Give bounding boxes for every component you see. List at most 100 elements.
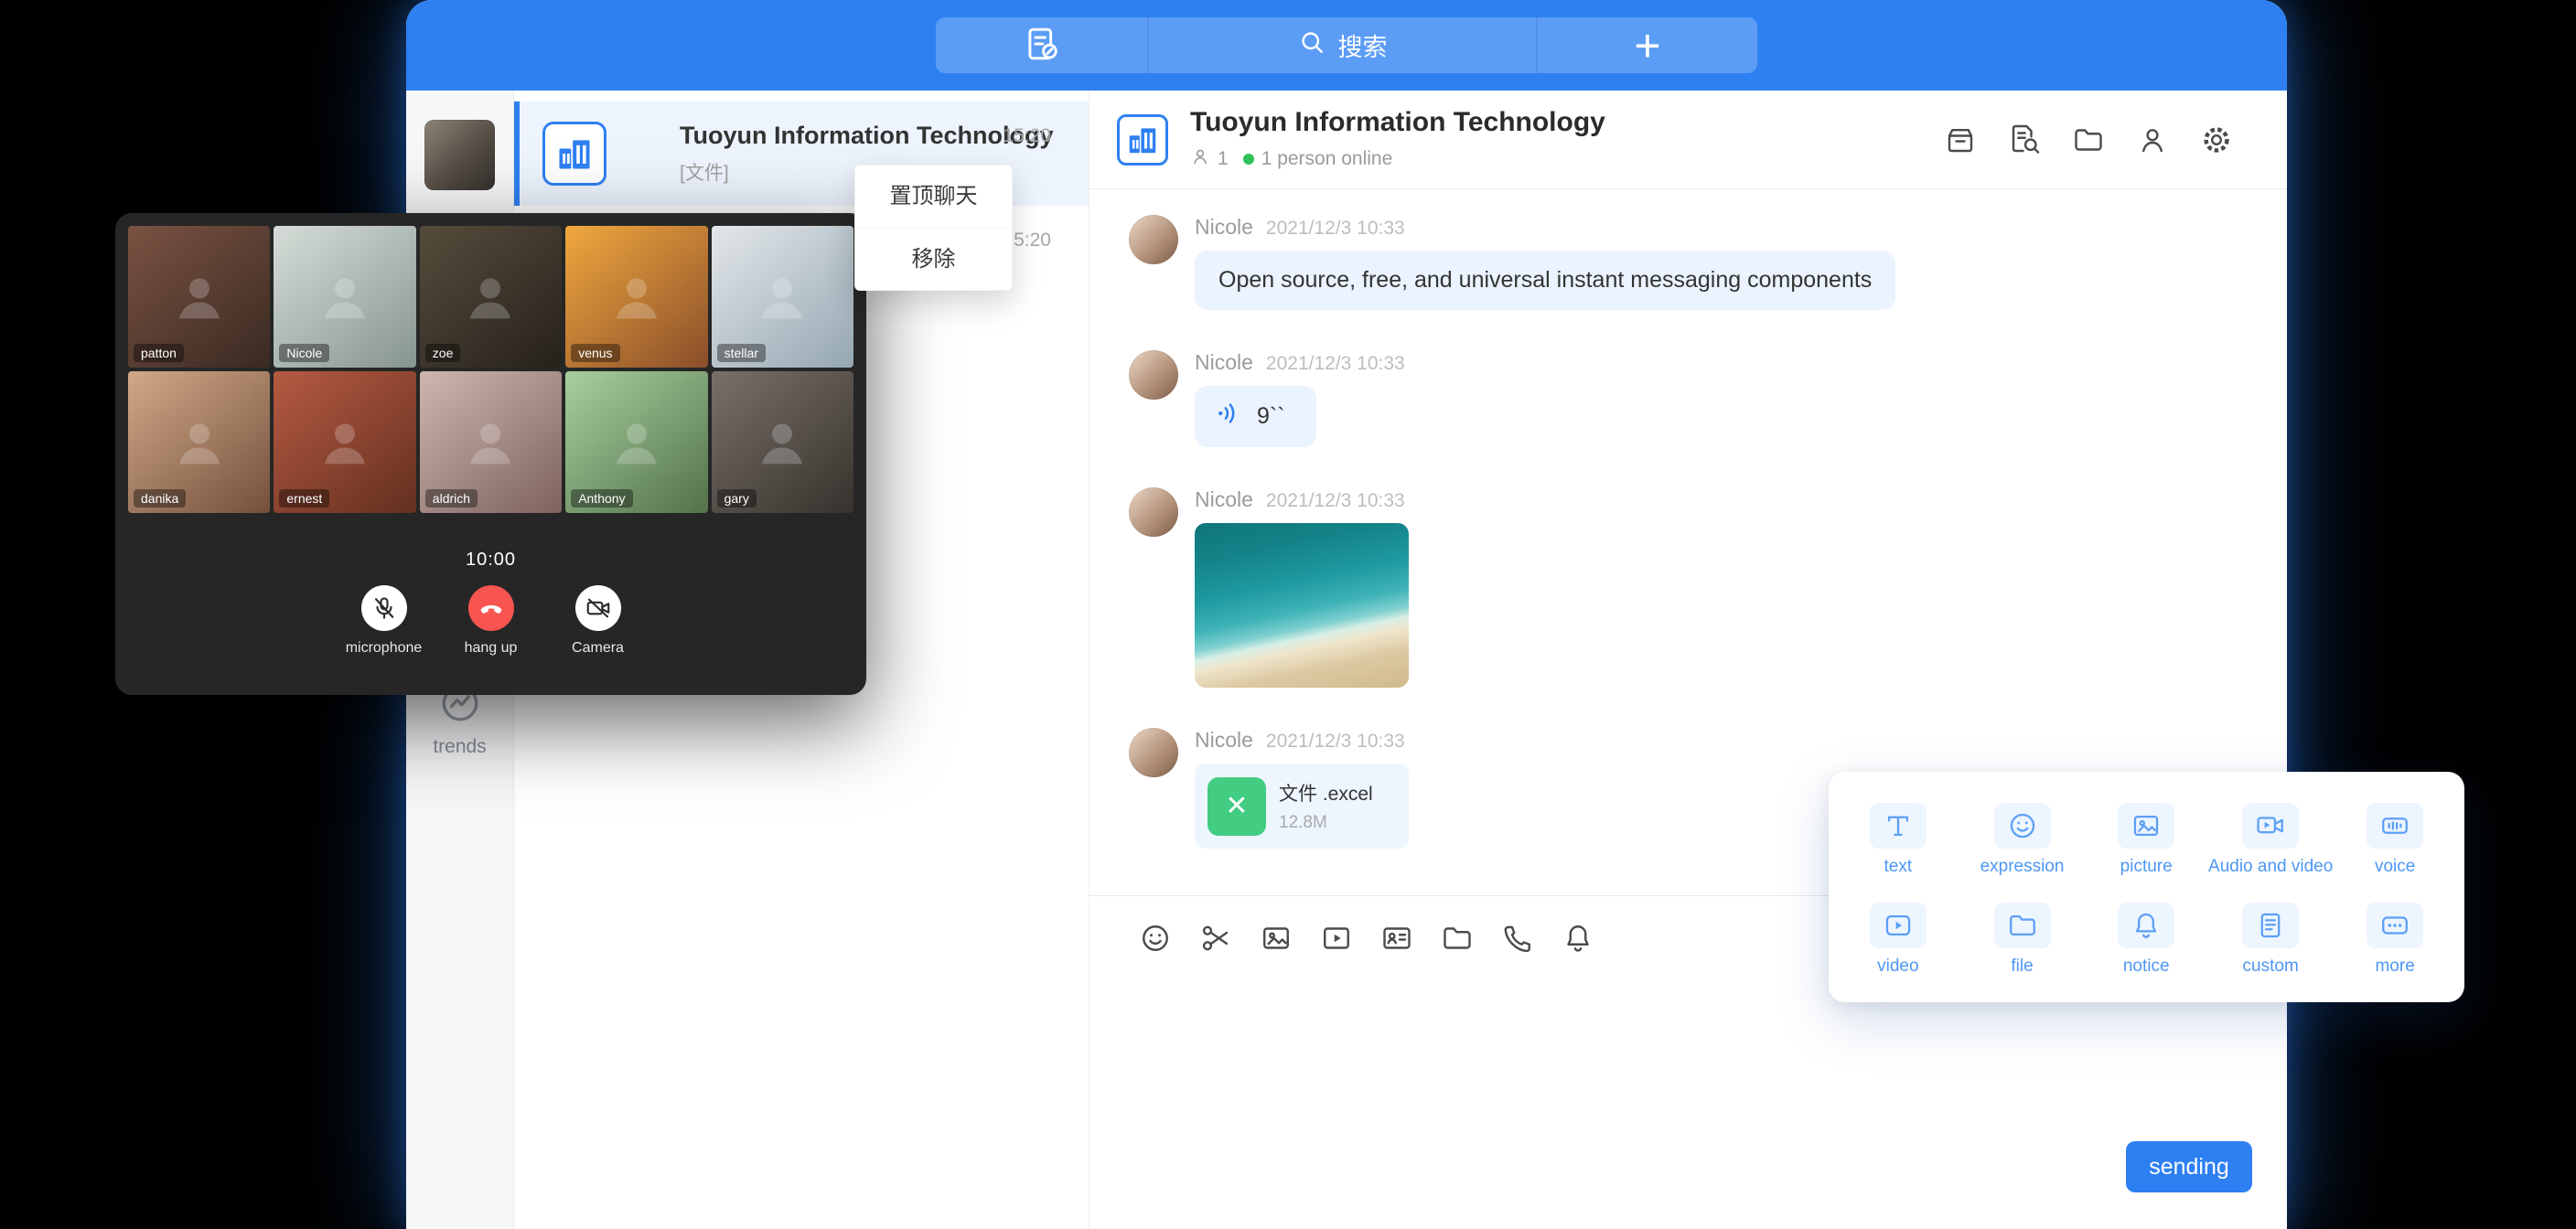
emoji-icon <box>1139 922 1172 955</box>
participant-name: patton <box>134 344 184 362</box>
text-bubble: Open source, free, and universal instant… <box>1195 251 1895 310</box>
message-meta: Nicole 2021/12/3 10:33 <box>1195 728 1409 753</box>
chat-history-search-button[interactable] <box>2007 123 2042 157</box>
feature-expression[interactable]: expression <box>1960 790 2085 890</box>
hang-up-icon <box>478 594 505 622</box>
text-icon <box>1870 803 1927 849</box>
message-body: Nicole 2021/12/3 10:33 ✕ 文件 .excel 12.8M <box>1195 728 1409 849</box>
participant-name: Anthony <box>571 489 632 508</box>
search-icon <box>1298 28 1326 62</box>
expression-icon <box>1994 803 2051 849</box>
message-time: 2021/12/3 10:33 <box>1266 353 1405 375</box>
camera-control: Camera <box>548 585 649 657</box>
avatar[interactable] <box>1129 350 1178 400</box>
member-icon <box>2136 123 2169 156</box>
participant-tile: Anthony <box>565 371 707 513</box>
message-text: Nicole 2021/12/3 10:33 Open source, free… <box>1129 215 2287 310</box>
feature-picture[interactable]: picture <box>2084 790 2208 890</box>
chat-header-texts: Tuoyun Information Technology 1 1 person… <box>1190 107 1943 172</box>
participant-tile: patton <box>128 226 270 368</box>
chat-panel: Tuoyun Information Technology 1 1 person… <box>1089 91 2287 1229</box>
camera-toggle-button[interactable] <box>575 585 621 631</box>
custom-doc-icon <box>2242 903 2299 948</box>
camera-muted-icon <box>585 594 612 622</box>
feature-audio-video[interactable]: Audio and video <box>2208 790 2333 890</box>
message-author: Nicole <box>1195 487 1253 512</box>
excel-file-icon: ✕ <box>1208 777 1266 836</box>
feature-text[interactable]: text <box>1836 790 1960 890</box>
notes-button[interactable] <box>936 17 1149 73</box>
message-meta: Nicole 2021/12/3 10:33 <box>1195 487 1409 512</box>
topbar: 搜索 + <box>406 0 2287 91</box>
message-voice: Nicole 2021/12/3 10:33 <box>1129 350 2287 447</box>
chat-title: Tuoyun Information Technology <box>1190 107 1943 138</box>
conversation-context-menu: 置顶聊天 移除 <box>854 165 1013 291</box>
trends-label: trends <box>406 736 513 758</box>
feature-custom[interactable]: custom <box>2208 890 2333 989</box>
feature-voice[interactable]: voice <box>2333 790 2457 890</box>
chat-header-tools <box>1943 123 2234 157</box>
note-edit-icon <box>1023 25 1061 66</box>
voice-icon <box>2367 803 2423 849</box>
avatar[interactable] <box>1129 728 1178 777</box>
group-call-overlay: patton Nicole zoe venus stellar danika <box>115 213 866 695</box>
image-button[interactable] <box>1260 922 1293 955</box>
video-icon <box>1870 903 1927 948</box>
phone-icon <box>1501 922 1534 955</box>
online-text: 1 person online <box>1261 148 1393 170</box>
avatar[interactable] <box>1129 487 1178 537</box>
contact-card-button[interactable] <box>1380 922 1413 955</box>
announcement-button[interactable] <box>1943 123 1978 157</box>
message-body: Nicole 2021/12/3 10:33 <box>1195 487 1409 688</box>
avatar[interactable] <box>1129 215 1178 264</box>
feature-more[interactable]: more <box>2333 890 2457 989</box>
id-card-icon <box>1380 922 1413 955</box>
audio-video-icon <box>2242 803 2299 849</box>
search-bar[interactable]: 搜索 <box>1149 17 1536 73</box>
participant-name: stellar <box>717 344 766 362</box>
call-button[interactable] <box>1501 922 1534 955</box>
message-author: Nicole <box>1195 728 1253 753</box>
participant-tile: aldrich <box>420 371 562 513</box>
file-button[interactable] <box>1441 922 1474 955</box>
feature-notice[interactable]: notice <box>2084 890 2208 989</box>
emoji-button[interactable] <box>1139 922 1172 955</box>
settings-button[interactable] <box>2199 123 2234 157</box>
more-dots-icon <box>2367 903 2423 948</box>
send-button[interactable]: sending <box>2126 1141 2252 1192</box>
microphone-mute-button[interactable] <box>361 585 407 631</box>
bell-icon <box>1562 922 1594 955</box>
feature-file[interactable]: file <box>1960 890 2085 989</box>
folder-icon <box>2072 123 2105 156</box>
add-button[interactable]: + <box>1536 17 1757 73</box>
message-time: 2021/12/3 10:33 <box>1266 218 1405 240</box>
menu-item-remove[interactable]: 移除 <box>855 228 1012 290</box>
user-avatar[interactable] <box>424 120 495 190</box>
page-background: 搜索 + trends <box>0 0 2576 1229</box>
message-body: Nicole 2021/12/3 10:33 Open source, free… <box>1195 215 1895 310</box>
beach-photo-thumbnail[interactable] <box>1195 523 1409 688</box>
group-members-button[interactable] <box>2135 123 2170 157</box>
folder-icon <box>1441 922 1474 955</box>
chat-header: Tuoyun Information Technology 1 1 person… <box>1089 91 2287 189</box>
topbar-pill: 搜索 + <box>936 17 1757 73</box>
message-meta: Nicole 2021/12/3 10:33 <box>1195 215 1895 240</box>
scissors-icon <box>1199 922 1232 955</box>
feature-video[interactable]: video <box>1836 890 1960 989</box>
notice-button[interactable] <box>1562 922 1594 955</box>
file-icon <box>1994 903 2051 948</box>
voice-bubble[interactable]: 9`` <box>1195 386 1316 447</box>
selected-accent-bar <box>514 102 520 206</box>
menu-item-pin-chat[interactable]: 置顶聊天 <box>855 166 1012 228</box>
message-meta: Nicole 2021/12/3 10:33 <box>1195 350 1405 375</box>
microphone-label: microphone <box>334 640 435 657</box>
hang-up-button[interactable] <box>468 585 514 631</box>
call-timer: 10:00 <box>128 550 853 571</box>
message-body: Nicole 2021/12/3 10:33 <box>1195 350 1405 447</box>
group-files-button[interactable] <box>2071 123 2106 157</box>
file-attachment-card[interactable]: ✕ 文件 .excel 12.8M <box>1195 764 1409 849</box>
video-button[interactable] <box>1320 922 1353 955</box>
screenshot-button[interactable] <box>1199 922 1232 955</box>
gear-icon <box>2200 123 2233 156</box>
participant-name: danika <box>134 489 186 508</box>
